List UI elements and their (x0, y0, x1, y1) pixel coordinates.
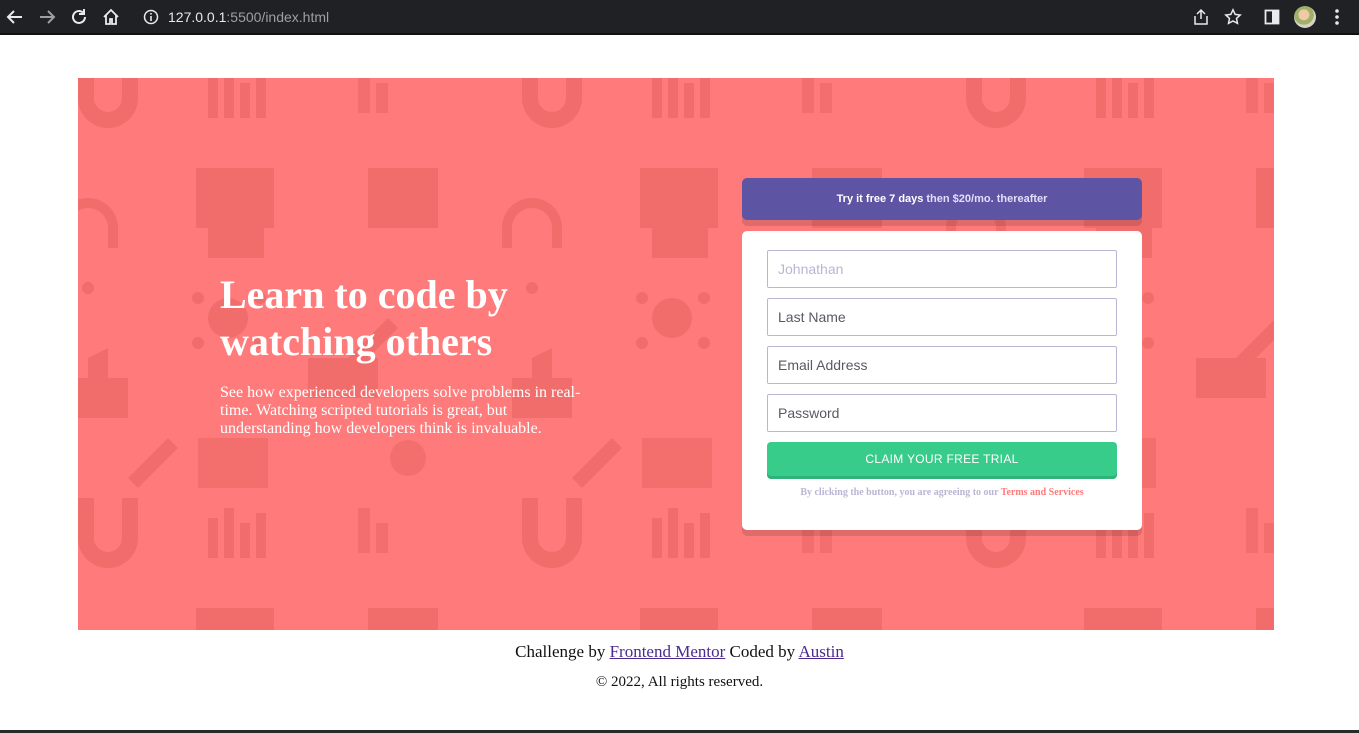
address-bar[interactable]: 127.0.0.1:5500/index.html (134, 3, 1250, 31)
hero-description: See how experienced developers solve pro… (220, 384, 581, 437)
reload-icon[interactable] (67, 5, 91, 29)
claim-trial-button[interactable]: CLAIM YOUR FREE TRIAL (767, 442, 1117, 476)
star-icon[interactable] (1221, 5, 1245, 29)
share-icon[interactable] (1189, 5, 1213, 29)
avatar[interactable] (1294, 6, 1316, 28)
last-name-input[interactable] (767, 298, 1117, 336)
copyright: © 2022, All rights reserved. (595, 674, 764, 690)
trial-offer-rest: then $20/mo. thereafter (926, 193, 1048, 205)
trial-banner: Try it free 7 days then $20/mo. thereaft… (742, 178, 1142, 220)
terms-link[interactable]: Terms and Services (1001, 487, 1084, 498)
info-icon[interactable] (143, 9, 159, 25)
browser-toolbar: 127.0.0.1:5500/index.html (0, 0, 1359, 35)
back-arrow-icon[interactable] (3, 5, 27, 29)
menu-dots-icon[interactable] (1325, 5, 1349, 29)
trial-offer-bold: Try it free 7 days (836, 193, 924, 205)
home-icon[interactable] (99, 5, 123, 29)
hero-headline: Learn to code by watching others (220, 272, 508, 364)
hero-section: Learn to code by watching others See how… (78, 78, 1274, 630)
terms-text: By clicking the button, you are agreeing… (800, 487, 1084, 498)
password-input[interactable] (767, 394, 1117, 432)
attribution: Challenge by Frontend Mentor Coded by Au… (515, 642, 844, 661)
author-link[interactable]: Austin (798, 642, 843, 661)
first-name-input[interactable] (767, 250, 1117, 288)
signup-form: CLAIM YOUR FREE TRIAL By clicking the bu… (742, 231, 1142, 530)
frontend-mentor-link[interactable]: Frontend Mentor (610, 642, 726, 661)
forward-arrow-icon[interactable] (35, 5, 59, 29)
email-input[interactable] (767, 346, 1117, 384)
side-panel-icon[interactable] (1260, 5, 1284, 29)
url-text: 127.0.0.1:5500/index.html (168, 9, 330, 25)
